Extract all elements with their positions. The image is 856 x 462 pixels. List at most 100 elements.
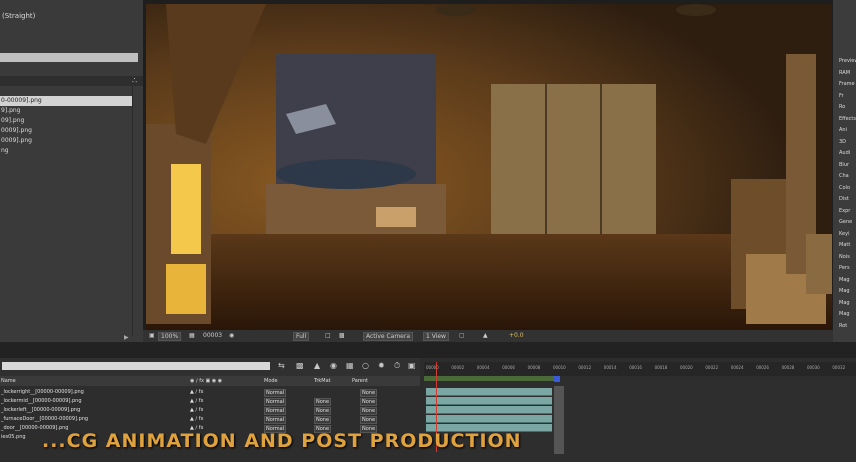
- effects-category-item[interactable]: Dist: [839, 196, 849, 202]
- layer-duration-bar[interactable]: [426, 388, 552, 396]
- brainstorm-icon[interactable]: ✹: [378, 361, 385, 370]
- layer-mode[interactable]: Normal: [264, 389, 287, 397]
- project-list-header: [0, 76, 143, 86]
- layer-switches[interactable]: ▲ ∕ fx: [190, 398, 203, 404]
- effects-category-item[interactable]: Fr: [839, 93, 844, 99]
- footage-info: (Straight): [2, 12, 36, 20]
- work-area-end-marker[interactable]: [554, 376, 560, 382]
- effects-category-item[interactable]: Ro: [839, 104, 845, 110]
- project-file-item[interactable]: 9].png: [0, 106, 132, 116]
- grid-icon[interactable]: ▦: [189, 332, 195, 339]
- project-file-item[interactable]: 0009].png: [0, 126, 132, 136]
- overlay-title: ...CG ANIMATION AND POST PRODUCTION: [42, 430, 522, 452]
- column-name[interactable]: Name: [1, 378, 16, 384]
- timecode[interactable]: 00003: [203, 332, 222, 339]
- layer-row[interactable]: _lockermid__[00000-00009].png Normal None N…: [0, 397, 420, 406]
- draft-3d-icon[interactable]: ▲: [314, 361, 320, 370]
- ruler-tick-label: 00014: [603, 365, 617, 370]
- toggle-pixel-icon[interactable]: ▢: [459, 332, 465, 339]
- magnify-icon[interactable]: ▣: [149, 332, 155, 339]
- layer-mode[interactable]: Normal: [264, 416, 287, 424]
- effects-category-item[interactable]: Frame: [839, 81, 855, 87]
- effects-category-item[interactable]: Matt: [839, 242, 850, 248]
- layer-switches[interactable]: ▲ ∕ fx: [190, 407, 203, 413]
- effects-category-item[interactable]: Mag: [839, 277, 850, 283]
- fast-preview-icon[interactable]: ▲: [483, 332, 488, 339]
- layer-trkmat[interactable]: None: [314, 416, 332, 424]
- column-trkmat[interactable]: TrkMat: [314, 378, 331, 384]
- project-panel: (Straight) ∴ 0-00009].png 9].png 09].png 00…: [0, 0, 143, 342]
- effects-category-item[interactable]: Keyi: [839, 231, 849, 237]
- effects-category-item[interactable]: Colo: [839, 185, 850, 191]
- hide-shy-icon[interactable]: ◉: [330, 361, 337, 370]
- layer-parent[interactable]: None: [360, 407, 378, 415]
- effects-category-item[interactable]: Effects: [839, 116, 856, 122]
- camera-snapshot-icon[interactable]: ◉: [229, 332, 234, 339]
- region-icon[interactable]: □: [325, 332, 331, 339]
- layer-duration-bar[interactable]: [426, 406, 552, 414]
- view-layout-dropdown[interactable]: 1 View: [423, 332, 449, 341]
- layer-name: _lockerleft__[00000-00009].png: [1, 407, 81, 413]
- effects-category-item[interactable]: 3D: [839, 139, 846, 145]
- layer-parent[interactable]: None: [360, 416, 378, 424]
- work-area-bar[interactable]: [424, 376, 554, 381]
- layer-switches[interactable]: ▲ ∕ fx: [190, 389, 203, 395]
- layer-mode[interactable]: Normal: [264, 407, 287, 415]
- project-search-field[interactable]: [0, 53, 138, 62]
- effects-category-item[interactable]: Expr: [839, 208, 850, 214]
- effects-category-item[interactable]: Audi: [839, 150, 850, 156]
- layer-search-input[interactable]: [2, 362, 270, 370]
- layer-parent[interactable]: None: [360, 389, 378, 397]
- switches-icons: ◉ ∕ fx ▣ ◉ ◉: [190, 378, 223, 384]
- project-file-item[interactable]: ng: [0, 146, 132, 156]
- effects-category-item[interactable]: Pers: [839, 265, 850, 271]
- effects-category-item[interactable]: Nois: [839, 254, 850, 260]
- column-mode[interactable]: Mode: [264, 378, 278, 384]
- graph-icon[interactable]: ▣: [408, 361, 416, 370]
- graph-editor-icon[interactable]: ⇆: [278, 361, 285, 370]
- zoom-dropdown[interactable]: 100%: [158, 332, 182, 341]
- effects-category-item[interactable]: RAM: [839, 70, 850, 76]
- effects-category-item[interactable]: Mag: [839, 300, 850, 306]
- exposure-value[interactable]: +0.0: [509, 332, 524, 339]
- project-file-item[interactable]: 0009].png: [0, 136, 132, 146]
- scene-render[interactable]: [146, 4, 832, 330]
- effects-category-item[interactable]: Cha: [839, 173, 849, 179]
- layer-row[interactable]: _lockerleft__[00000-00009].png Normal None…: [0, 406, 420, 415]
- ruler-tick-label: 00022: [705, 365, 719, 370]
- auto-keyframe-icon[interactable]: ⏱: [394, 361, 400, 371]
- scroll-arrow-icon[interactable]: ▶: [124, 334, 129, 341]
- layer-parent[interactable]: None: [360, 398, 378, 406]
- ruler-tick-label: 00008: [527, 365, 541, 370]
- effects-category-item[interactable]: Gene: [839, 219, 852, 225]
- ruler-tick-label: 00018: [654, 365, 668, 370]
- effects-category-item[interactable]: Preview: [839, 58, 856, 64]
- timeline-toolbar: ⇆ ▩ ▲ ◉ ▦ ○ ✹ ⏱ ▣: [0, 358, 420, 376]
- layer-row[interactable]: _furnaceDoor__[00000-00009].png Normal Non…: [0, 415, 420, 424]
- layer-duration-bar[interactable]: [426, 397, 552, 405]
- layer-row[interactable]: _lockerright__[00000-00009].png Normal Non…: [0, 388, 420, 397]
- flowchart-icon[interactable]: ∴: [132, 76, 137, 85]
- effects-category-item[interactable]: Mag: [839, 311, 850, 317]
- project-file-item[interactable]: 0-00009].png: [0, 96, 132, 106]
- effects-category-item[interactable]: Ani: [839, 127, 847, 133]
- layer-trkmat[interactable]: None: [314, 398, 332, 406]
- project-file-item[interactable]: 09].png: [0, 116, 132, 126]
- time-ruler[interactable]: 00000 00002 00004 00006 00008 00010 00012 00014…: [424, 362, 856, 376]
- motion-blur-icon[interactable]: ○: [362, 361, 369, 370]
- camera-dropdown[interactable]: Active Camera: [363, 332, 414, 341]
- column-parent[interactable]: Parent: [352, 378, 368, 384]
- column-divider: [132, 86, 133, 336]
- comp-mini-flowchart-icon[interactable]: ▩: [296, 361, 304, 370]
- layer-column-header: Name ◉ ∕ fx ▣ ◉ ◉ Mode TrkMat Parent: [0, 376, 420, 386]
- resolution-dropdown[interactable]: Full: [293, 332, 310, 341]
- effects-category-item[interactable]: Rot: [839, 323, 847, 329]
- layer-trkmat[interactable]: None: [314, 407, 332, 415]
- layer-switches[interactable]: ▲ ∕ fx: [190, 416, 203, 422]
- layer-mode[interactable]: Normal: [264, 398, 287, 406]
- transparency-grid-icon[interactable]: ▩: [339, 332, 345, 339]
- effects-category-item[interactable]: Mag: [839, 288, 850, 294]
- frame-blend-icon[interactable]: ▦: [346, 361, 354, 370]
- effects-category-item[interactable]: Blur: [839, 162, 849, 168]
- layer-duration-bar[interactable]: [426, 415, 552, 423]
